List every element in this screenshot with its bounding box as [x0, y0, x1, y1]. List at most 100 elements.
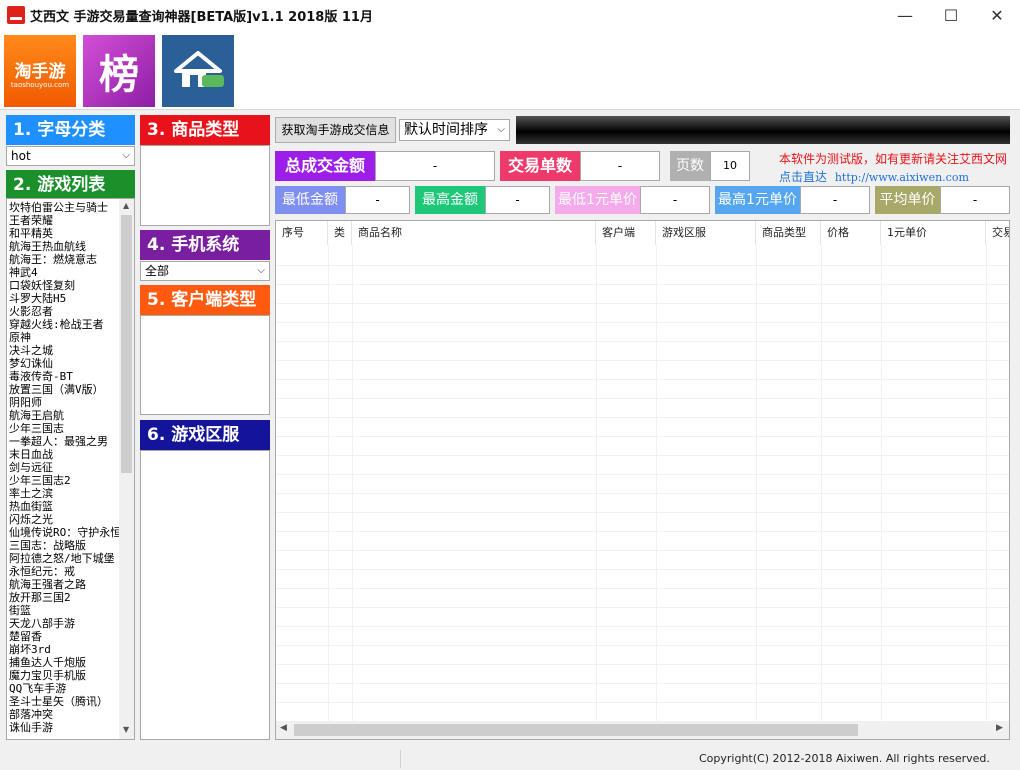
letter-select-value: hot — [11, 149, 31, 163]
goods-type-list[interactable] — [140, 145, 270, 226]
letter-select[interactable]: hot ⌵ — [6, 146, 135, 166]
game-list-item[interactable]: 航海王启航 — [9, 409, 121, 422]
game-list-item[interactable]: 阴阳师 — [9, 396, 121, 409]
taoshouyou-logo[interactable]: 淘手游 taoshouyou.com — [4, 35, 76, 107]
avg-unit-price-label: 平均单价 — [875, 186, 940, 214]
game-list-item[interactable]: 阿拉德之怒/地下城堡 — [9, 552, 121, 565]
sort-select-value: 默认时间排序 — [404, 122, 488, 138]
scroll-right-icon[interactable]: ▶ — [996, 723, 1003, 733]
ranking-logo[interactable]: 榜 — [83, 35, 155, 107]
game-list-item[interactable]: 原神 — [9, 331, 121, 344]
game-list-item[interactable]: 闪烁之光 — [9, 513, 121, 526]
table-grid-row — [276, 550, 1009, 551]
table-grid-row — [276, 360, 1009, 361]
game-list-item[interactable]: 诛仙手游 — [9, 721, 121, 734]
close-button[interactable]: ✕ — [974, 0, 1020, 30]
pages-label: 页数 — [670, 151, 710, 181]
game-list-item[interactable]: 热血街篮 — [9, 500, 121, 513]
copyright-text: Copyright(C) 2012-2018 Aixiwen. All righ… — [699, 752, 990, 765]
results-table[interactable]: 序号 类 商品名称 客户端 游戏区服 商品类型 价格 1元单价 交易 ◀ ▶ — [275, 220, 1010, 740]
table-grid-column — [328, 245, 329, 721]
os-select[interactable]: 全部 ⌵ — [140, 261, 270, 281]
game-list-items: 坎特伯雷公主与骑士 王者荣耀 和平精英 航海王热血航线 航海王：燃烧意志 神武4 口袋妖怪复… — [9, 201, 121, 734]
minimize-button[interactable]: — — [882, 0, 928, 30]
notice-link-row: 点击直达 http://www.aixiwen.com — [779, 168, 969, 185]
game-list-scroll-thumb[interactable] — [121, 215, 132, 473]
game-list-item[interactable]: 天龙八部手游 — [9, 617, 121, 630]
min-unit-price-value: - — [640, 186, 710, 214]
game-list-item[interactable]: 火影忍者 — [9, 305, 121, 318]
fetch-button[interactable]: 获取淘手游成交信息 — [275, 117, 396, 143]
game-list-item[interactable]: 穿越火线:枪战王者 — [9, 318, 121, 331]
chevron-down-icon: ⌵ — [257, 265, 265, 276]
maximize-button[interactable]: ☐ — [928, 0, 974, 30]
game-list-item[interactable]: 王者荣耀 — [9, 214, 121, 227]
table-grid-row — [276, 588, 1009, 589]
game-list-item[interactable]: 放置三国（满V版） — [9, 383, 121, 396]
home-icon[interactable] — [162, 35, 234, 107]
game-list-item[interactable]: QQ飞车手游 — [9, 682, 121, 695]
game-list-item[interactable]: 梦幻诛仙 — [9, 357, 121, 370]
scroll-down-icon[interactable]: ▼ — [123, 725, 129, 734]
taoshouyou-logo-url: taoshouyou.com — [10, 81, 70, 89]
table-grid-row — [276, 474, 1009, 475]
game-list-item[interactable]: 和平精英 — [9, 227, 121, 240]
game-list-item[interactable]: 圣斗士星矢（腾讯） — [9, 695, 121, 708]
game-list-item[interactable]: 一拳超人：最强之男 — [9, 435, 121, 448]
sort-select[interactable]: 默认时间排序 ⌵ — [399, 119, 510, 141]
game-list-item[interactable]: 少年三国志2 — [9, 474, 121, 487]
os-header: 4. 手机系统 — [140, 230, 270, 260]
table-grid-column — [596, 245, 597, 721]
game-list-item[interactable]: 街篮 — [9, 604, 121, 617]
game-list-item[interactable]: 末日血战 — [9, 448, 121, 461]
game-list-item[interactable]: 仙境传说RO：守护永恒 — [9, 526, 121, 539]
table-grid-row — [276, 341, 1009, 342]
max-amount-label: 最高金额 — [415, 186, 485, 214]
table-grid-column — [656, 245, 657, 721]
table-grid-row — [276, 645, 1009, 646]
game-list-item[interactable]: 捕鱼达人千炮版 — [9, 656, 121, 669]
game-list-item[interactable]: 部落冲突 — [9, 708, 121, 721]
game-list-item[interactable]: 楚留香 — [9, 630, 121, 643]
game-list-item[interactable]: 坎特伯雷公主与骑士 — [9, 201, 121, 214]
game-list-item[interactable]: 少年三国志 — [9, 422, 121, 435]
os-select-value: 全部 — [145, 264, 170, 278]
game-list-item[interactable]: 航海王强者之路 — [9, 578, 121, 591]
game-list-item[interactable]: 魔力宝贝手机版 — [9, 669, 121, 682]
game-list-item[interactable]: 航海王热血航线 — [9, 240, 121, 253]
table-grid-row — [276, 303, 1009, 304]
table-grid-row — [276, 417, 1009, 418]
game-list[interactable]: 坎特伯雷公主与骑士 王者荣耀 和平精英 航海王热血航线 航海王：燃烧意志 神武4 口袋妖怪复… — [6, 198, 135, 740]
table-grid-row — [276, 683, 1009, 684]
game-list-item[interactable]: 三国志：战略版 — [9, 539, 121, 552]
game-list-item[interactable]: 毒液传奇-BT — [9, 370, 121, 383]
scroll-up-icon[interactable]: ▲ — [123, 201, 129, 210]
game-list-item[interactable]: 崩坏3rd — [9, 643, 121, 656]
game-list-item[interactable]: 放开那三国2 — [9, 591, 121, 604]
game-list-item[interactable]: 率土之滨 — [9, 487, 121, 500]
title-bar: 艾西文 手游交易量查询神器[BETA版]v1.1 2018版 11月 — ☐ ✕ — [0, 0, 1020, 30]
server-list[interactable] — [140, 450, 270, 740]
game-list-item[interactable]: 神武4 — [9, 266, 121, 279]
table-h-scroll-thumb[interactable] — [294, 724, 858, 736]
pages-input[interactable]: 10 — [710, 151, 750, 181]
game-list-item[interactable]: 剑与远征 — [9, 461, 121, 474]
table-grid-row — [276, 531, 1009, 532]
game-list-item[interactable]: 斗罗大陆H5 — [9, 292, 121, 305]
table-grid-row — [276, 702, 1009, 703]
game-list-item[interactable]: 永恒纪元：戒 — [9, 565, 121, 578]
table-grid-row — [276, 607, 1009, 608]
game-list-item[interactable]: 决斗之城 — [9, 344, 121, 357]
table-grid-column — [986, 245, 987, 721]
scroll-left-icon[interactable]: ◀ — [280, 723, 287, 733]
server-header: 6. 游戏区服 — [140, 420, 270, 450]
table-grid-row — [276, 493, 1009, 494]
game-list-item[interactable]: 航海王：燃烧意志 — [9, 253, 121, 266]
client-type-list[interactable] — [140, 315, 270, 415]
table-grid-row — [276, 379, 1009, 380]
website-link[interactable]: http://www.aixiwen.com — [835, 171, 969, 184]
table-h-scrollbar[interactable]: ◀ ▶ — [276, 721, 1009, 739]
game-list-header: 2. 游戏列表 — [6, 170, 135, 200]
game-list-item[interactable]: 口袋妖怪复刻 — [9, 279, 121, 292]
banner: 淘手游 taoshouyou.com 榜 — [0, 30, 1020, 110]
